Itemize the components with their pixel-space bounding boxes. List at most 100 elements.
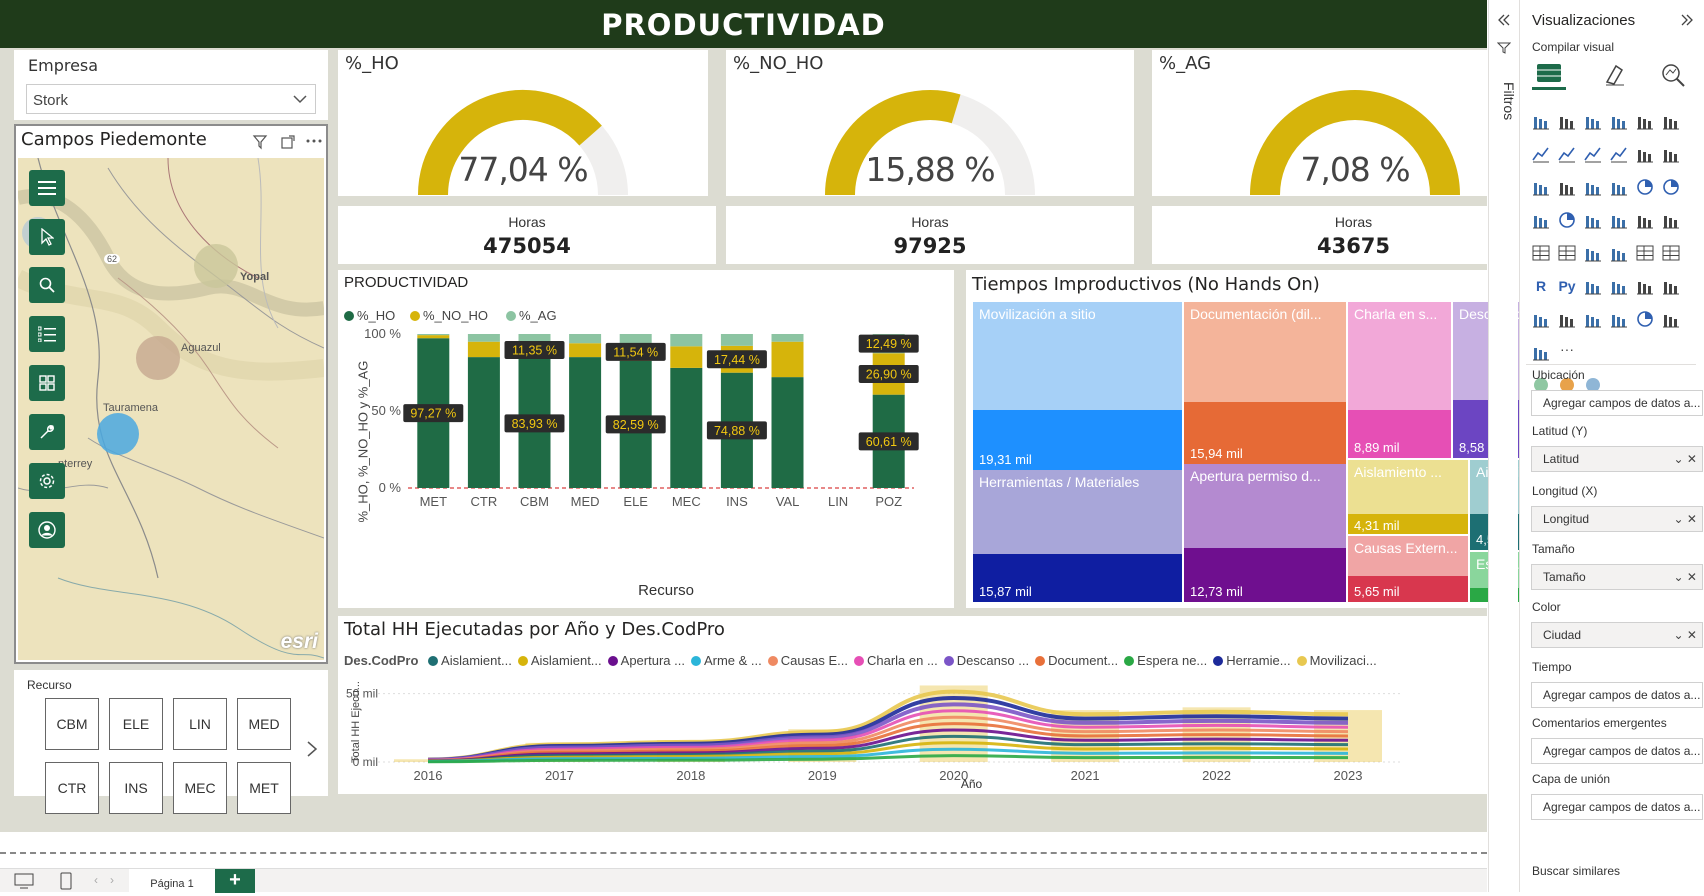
map-visual[interactable]: Campos Piedemonte Yopal Aguazul Tauramen…	[14, 124, 328, 664]
stacked-column-icon[interactable]	[1556, 110, 1578, 132]
card-icon[interactable]	[1530, 242, 1552, 264]
field-well-6[interactable]: Agregar campos de datos a...	[1531, 738, 1703, 764]
chevron-right-icon[interactable]	[306, 740, 318, 758]
slicer-item-ele[interactable]: ELE	[109, 698, 163, 750]
slicer-item-lin[interactable]: LIN	[173, 698, 227, 750]
waterfall-icon[interactable]	[1634, 143, 1656, 165]
key-influencers-icon[interactable]	[1582, 275, 1604, 297]
slicer-icon[interactable]	[1608, 242, 1630, 264]
kpi-icon[interactable]	[1582, 242, 1604, 264]
100-bar-icon[interactable]	[1634, 110, 1656, 132]
field-remove-icon[interactable]: ⌄ ✕	[1674, 447, 1697, 471]
py-visual-icon[interactable]: Py	[1556, 275, 1578, 297]
bar-CTR-1[interactable]	[467, 341, 500, 358]
expand-right-icon[interactable]	[1680, 14, 1694, 26]
r-visual-icon[interactable]: R	[1530, 275, 1552, 297]
slicer-item-mec[interactable]: MEC	[173, 762, 227, 814]
focus-mode-icon[interactable]	[280, 134, 296, 150]
field-well-1[interactable]: Latitud ⌄ ✕	[1531, 446, 1703, 472]
empresa-dropdown[interactable]: Stork	[26, 84, 316, 114]
collapse-icon[interactable]	[1497, 14, 1511, 26]
kpi-hours-ho[interactable]: Horas 475054	[338, 206, 716, 264]
pie-icon[interactable]	[1634, 176, 1656, 198]
scatter-icon[interactable]	[1608, 176, 1630, 198]
bar-CTR-2[interactable]	[467, 334, 500, 342]
line-stacked-icon[interactable]	[1556, 176, 1578, 198]
bar-MET-1[interactable]	[417, 335, 450, 339]
field-well-3[interactable]: Tamaño ⌄ ✕	[1531, 564, 1703, 590]
stacked-bar-icon[interactable]	[1530, 110, 1552, 132]
tiempos-improductivos-treemap[interactable]: Tiempos Improductivos (No Hands On) Movi…	[966, 270, 1555, 608]
table-icon[interactable]	[1634, 242, 1656, 264]
map-legend-button[interactable]	[29, 316, 65, 352]
globe-icon[interactable]	[1634, 308, 1656, 330]
bar-MED-1[interactable]	[569, 343, 602, 358]
desktop-view-icon[interactable]	[14, 873, 34, 889]
slicer-item-med[interactable]: MED	[237, 698, 291, 750]
field-well-0[interactable]: Agregar campos de datos a...	[1531, 390, 1703, 416]
field-well-4[interactable]: Ciudad ⌄ ✕	[1531, 622, 1703, 648]
arcgis-icon[interactable]	[1634, 209, 1656, 231]
slicer-item-ins[interactable]: INS	[109, 762, 163, 814]
bar-MEC-2[interactable]	[670, 334, 703, 347]
map-tools-button[interactable]	[29, 414, 65, 450]
bar-VAL-2[interactable]	[771, 334, 804, 342]
custom-icon[interactable]	[1660, 308, 1682, 330]
slicer-item-ctr[interactable]: CTR	[45, 762, 99, 814]
next-page-icon[interactable]: ›	[110, 873, 114, 887]
field-remove-icon[interactable]: ⌄ ✕	[1674, 507, 1697, 531]
productividad-bar-chart[interactable]: PRODUCTIVIDAD %_HO %_NO_HO %_AG %_HO, %_…	[338, 270, 954, 608]
donut-icon[interactable]	[1660, 176, 1682, 198]
map-icon[interactable]	[1556, 209, 1578, 231]
bar-MET-2[interactable]	[417, 334, 450, 336]
map-search-button[interactable]	[29, 267, 65, 303]
bar-VAL-1[interactable]	[771, 341, 804, 378]
format-paint-icon[interactable]	[1602, 62, 1628, 88]
build-visual-tab[interactable]	[1532, 60, 1566, 90]
clustered-column-icon[interactable]	[1608, 110, 1630, 132]
field-well-5[interactable]: Agregar campos de datos a...	[1531, 682, 1703, 708]
treemap-icon[interactable]	[1530, 209, 1552, 231]
analytics-icon[interactable]	[1660, 62, 1686, 88]
bar-MED-2[interactable]	[569, 334, 602, 344]
map-basemap-button[interactable]	[29, 365, 65, 401]
multi-card-icon[interactable]	[1556, 242, 1578, 264]
more-icon[interactable]: ···	[1556, 341, 1578, 363]
more-options-icon[interactable]	[306, 138, 322, 144]
bar-MEC-1[interactable]	[670, 346, 703, 368]
100-column-icon[interactable]	[1660, 110, 1682, 132]
funnel-bar-icon[interactable]	[1660, 143, 1682, 165]
qa-icon[interactable]	[1634, 275, 1656, 297]
map-account-button[interactable]	[29, 512, 65, 548]
bar-CTR-0[interactable]	[467, 357, 500, 488]
ribbon-icon[interactable]	[1608, 143, 1630, 165]
power-automate-icon[interactable]	[1608, 308, 1630, 330]
gauge-icon[interactable]	[1660, 209, 1682, 231]
area-icon[interactable]	[1556, 143, 1578, 165]
add-page-button[interactable]: +	[215, 869, 255, 893]
line-icon[interactable]	[1530, 143, 1552, 165]
paginated-icon[interactable]	[1556, 308, 1578, 330]
map-settings-button[interactable]	[29, 463, 65, 499]
chevron-more-icon[interactable]	[1530, 341, 1552, 363]
map-layers-button[interactable]	[29, 170, 65, 206]
mobile-view-icon[interactable]	[60, 872, 72, 890]
matrix-icon[interactable]	[1660, 242, 1682, 264]
kpi-gauge-no-ho[interactable]: %_NO_HO 15,88 %	[726, 50, 1134, 196]
field-remove-icon[interactable]: ⌄ ✕	[1674, 565, 1697, 589]
field-well-7[interactable]: Agregar campos de datos a...	[1531, 794, 1703, 820]
bar-MED-0[interactable]	[569, 357, 602, 488]
page-tab-1[interactable]: Página 1	[129, 869, 215, 893]
trophy-icon[interactable]	[1530, 308, 1552, 330]
kpi-hours-no-ho[interactable]: Horas 97925	[726, 206, 1134, 264]
filled-map-icon[interactable]	[1582, 209, 1604, 231]
prev-page-icon[interactable]: ‹	[94, 873, 98, 887]
bar-ELE-2[interactable]	[619, 334, 652, 344]
bar-CBM-2[interactable]	[518, 334, 551, 342]
funnel-icon[interactable]	[1582, 176, 1604, 198]
filter-icon[interactable]	[252, 134, 268, 150]
bar-INS-2[interactable]	[720, 334, 753, 346]
total-hh-area-chart[interactable]: Total HH Ejecutadas por Año y Des.CodPro…	[338, 616, 1555, 794]
bar-MEC-0[interactable]	[670, 367, 703, 488]
slicer-item-cbm[interactable]: CBM	[45, 698, 99, 750]
